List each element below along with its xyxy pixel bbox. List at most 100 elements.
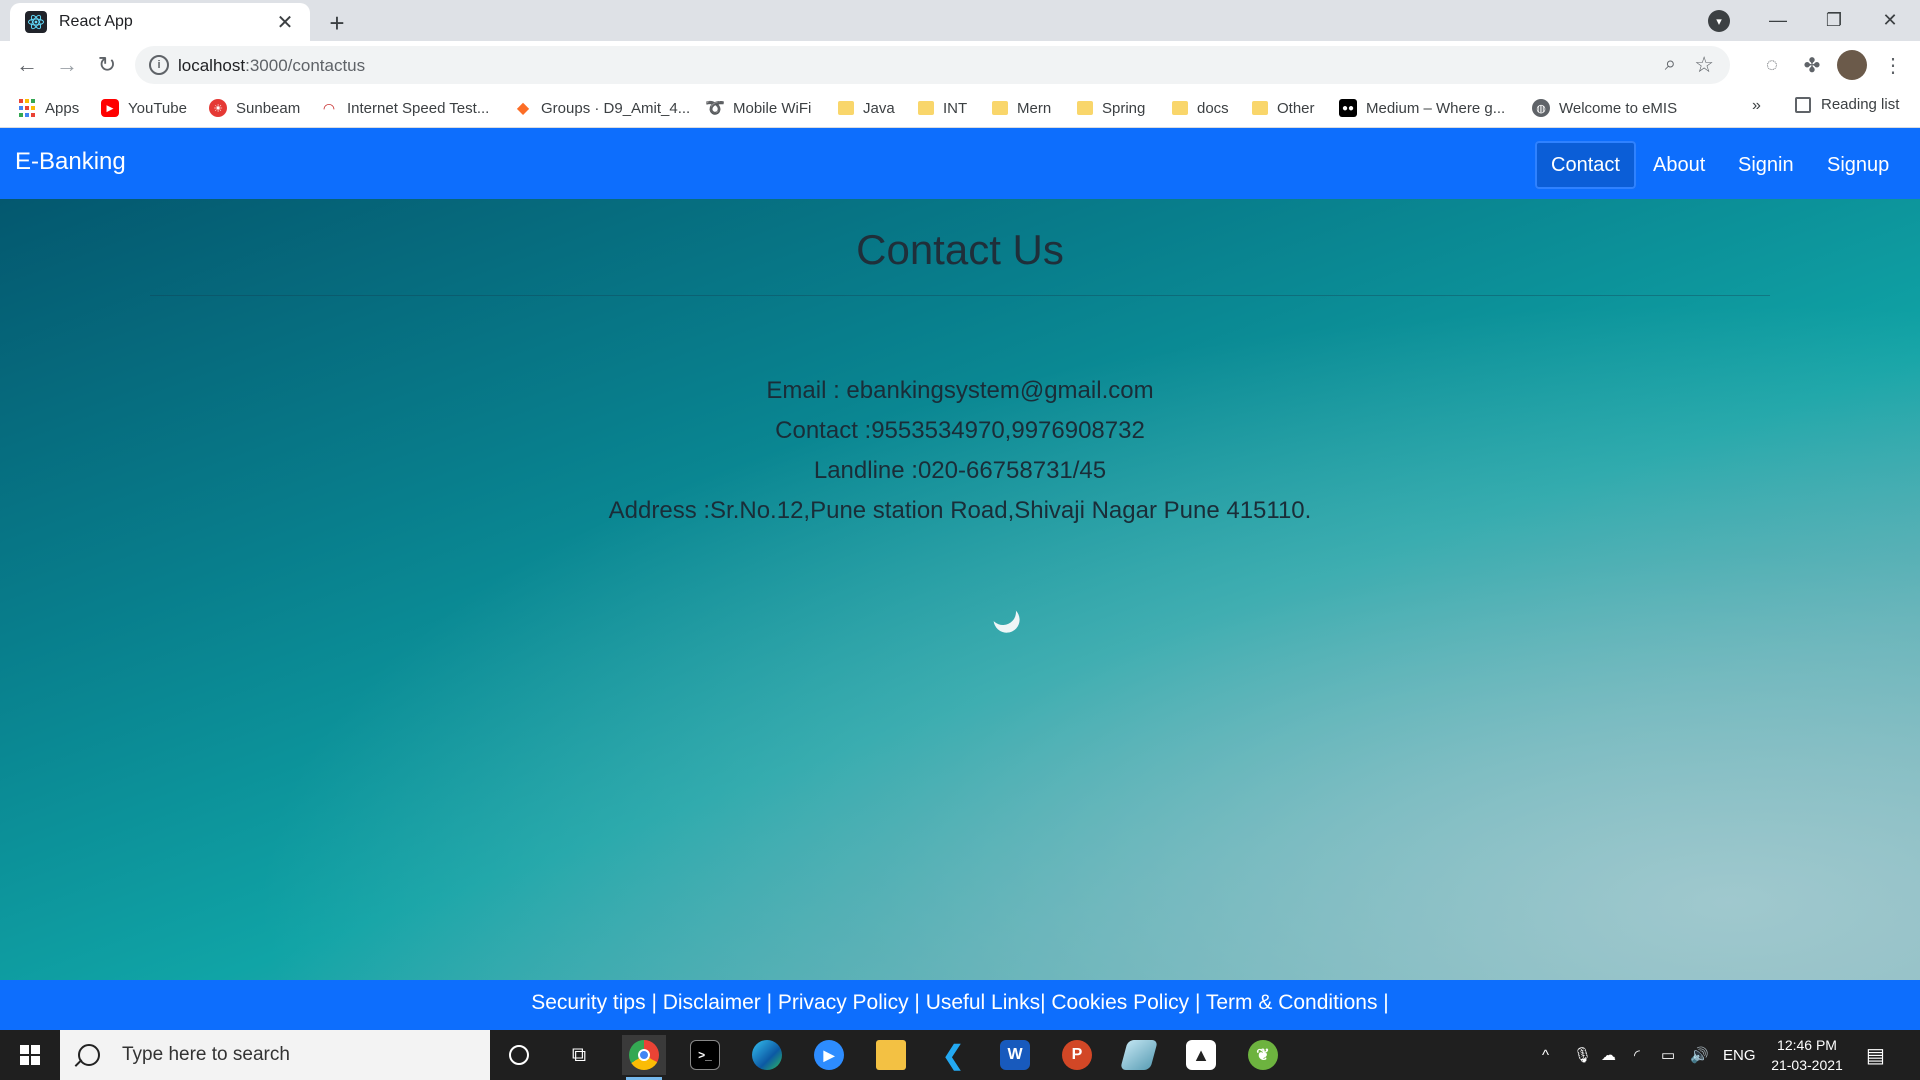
bookmark-label: docs <box>1197 99 1229 117</box>
page-title: Contact Us <box>856 226 1064 273</box>
bookmark-mobile-wifi[interactable]: ➰ Mobile WiFi <box>705 96 811 120</box>
taskbar-clock[interactable]: 12:46 PM 21-03-2021 <box>1762 1035 1852 1075</box>
bookmark-folder-mern[interactable]: Mern <box>992 96 1051 120</box>
minimize-button[interactable]: — <box>1750 0 1806 41</box>
reading-list-button[interactable]: Reading list <box>1795 96 1899 113</box>
reload-icon[interactable]: ↻ <box>90 48 124 82</box>
bookmark-label: Mern <box>1017 99 1052 117</box>
sunbeam-icon: ☀ <box>209 99 227 117</box>
footer-link-security-tips[interactable]: Security tips <box>531 991 645 1014</box>
reading-list-icon <box>1795 96 1811 113</box>
powerpoint-icon: P <box>1062 1040 1092 1070</box>
bookmark-emis[interactable]: ◍ Welcome to eMIS <box>1532 96 1677 120</box>
contact-phone: Contact :9553534970,9976908732 <box>775 417 1145 444</box>
photos-icon: ▲ <box>1186 1040 1216 1070</box>
cortana-icon[interactable] <box>497 1035 541 1075</box>
show-hidden-icons[interactable]: ^ <box>1542 1030 1549 1080</box>
volume-icon[interactable]: 🔊 <box>1690 1030 1709 1080</box>
taskbar-powerpoint[interactable]: P <box>1055 1035 1099 1075</box>
footer-link-cookies-policy[interactable]: Cookies Policy <box>1051 991 1189 1014</box>
footer-link-useful-links[interactable]: Useful Links <box>926 991 1040 1014</box>
onedrive-cloud-icon[interactable]: ☁ <box>1601 1030 1616 1080</box>
bookmark-sunbeam[interactable]: ☀ Sunbeam <box>209 96 300 120</box>
taskbar-zoom[interactable]: ▶ <box>807 1035 851 1075</box>
address-bar[interactable]: i localhost:3000/contactus ⌕ ☆ <box>135 46 1730 84</box>
clock-date: 21-03-2021 <box>1771 1057 1843 1073</box>
taskbar-word[interactable]: W <box>993 1035 1037 1075</box>
wifi-icon[interactable]: ◜ <box>1634 1030 1640 1080</box>
battery-icon[interactable]: ▭ <box>1661 1030 1675 1080</box>
nav-link-signin[interactable]: Signin <box>1722 141 1810 189</box>
footer-link-terms[interactable]: Term & Conditions <box>1206 991 1378 1014</box>
brand-logo[interactable]: E-Banking <box>15 148 126 176</box>
nav-link-signup[interactable]: Signup <box>1811 141 1905 189</box>
gitlab-icon: ◆ <box>516 100 530 117</box>
bookmark-folder-spring[interactable]: Spring <box>1077 96 1145 120</box>
taskbar-search[interactable]: Type here to search <box>60 1030 490 1080</box>
taskbar-file-explorer[interactable] <box>869 1035 913 1075</box>
chrome-menu-icon[interactable]: ⋮ <box>1878 50 1908 80</box>
bookmark-speedtest[interactable]: ◠ Internet Speed Test... <box>320 96 489 120</box>
bookmark-star-icon[interactable]: ☆ <box>1694 52 1714 78</box>
bookmark-label: Medium – Where g... <box>1366 99 1506 117</box>
bookmark-medium[interactable]: ●● Medium – Where g... <box>1339 96 1505 120</box>
notifications-icon[interactable]: ▤ <box>1866 1030 1885 1080</box>
bookmarks-overflow-icon[interactable]: » <box>1752 97 1761 115</box>
taskbar-notes[interactable] <box>1117 1035 1161 1075</box>
zoom-icon[interactable]: ⌕ <box>1665 53 1676 76</box>
close-window-button[interactable]: ✕ <box>1862 0 1918 41</box>
site-info-icon[interactable]: i <box>149 55 169 75</box>
footer-links: Security tips | Disclaimer | Privacy Pol… <box>531 991 1389 1014</box>
crescent-moon-image <box>986 595 1019 628</box>
bookmark-folder-other[interactable]: Other <box>1252 96 1315 120</box>
tab-close-icon[interactable]: ✕ <box>272 9 298 35</box>
vscode-icon: ❮ <box>942 1039 964 1070</box>
language-indicator[interactable]: ENG <box>1723 1030 1756 1080</box>
bookmark-label: Welcome to eMIS <box>1559 99 1678 117</box>
tab-search-icon[interactable]: ▾ <box>1708 10 1730 32</box>
taskbar-vscode[interactable]: ❮ <box>931 1035 975 1075</box>
browser-tab[interactable]: React App ✕ <box>10 3 310 41</box>
folder-icon <box>1077 101 1093 115</box>
back-arrow-icon[interactable]: ← <box>10 48 44 82</box>
bookmark-folder-java[interactable]: Java <box>838 96 895 120</box>
restore-button[interactable]: ❐ <box>1806 0 1862 41</box>
bookmark-label: Other <box>1277 99 1315 117</box>
taskbar-search-placeholder: Type here to search <box>122 1044 290 1065</box>
bookmark-youtube[interactable]: ▶ YouTube <box>101 96 187 120</box>
footer-link-disclaimer[interactable]: Disclaimer <box>663 991 761 1014</box>
bookmark-label: INT <box>943 99 968 117</box>
speedometer-icon: ◠ <box>322 99 336 116</box>
contact-address: Address :Sr.No.12,Pune station Road,Shiv… <box>608 497 1312 524</box>
taskbar-spring-tool[interactable]: ❦ <box>1241 1035 1285 1075</box>
taskbar-chrome[interactable] <box>622 1035 666 1080</box>
nav-link-about[interactable]: About <box>1637 141 1721 189</box>
taskbar-edge[interactable] <box>745 1035 789 1075</box>
taskbar-terminal[interactable]: >_ <box>683 1035 727 1075</box>
bookmark-folder-docs[interactable]: docs <box>1172 96 1229 120</box>
profile-avatar[interactable] <box>1837 50 1867 80</box>
bookmark-folder-int[interactable]: INT <box>918 96 967 120</box>
bookmark-apps[interactable]: Apps <box>18 96 79 120</box>
nav-link-contact[interactable]: Contact <box>1535 141 1636 189</box>
forward-arrow-icon[interactable]: → <box>50 48 84 82</box>
web-page: E-Banking Contact About Signin Signup Co… <box>0 128 1920 1030</box>
footer-link-privacy-policy[interactable]: Privacy Policy <box>778 991 909 1014</box>
new-tab-button[interactable]: + <box>322 8 352 38</box>
taskbar-photos[interactable]: ▲ <box>1179 1035 1223 1075</box>
edge-icon <box>752 1040 782 1070</box>
start-button[interactable] <box>0 1030 60 1080</box>
clock-time: 12:46 PM <box>1777 1037 1837 1053</box>
chrome-icon <box>629 1040 659 1070</box>
windows-logo-icon <box>20 1045 40 1065</box>
notes-app-icon <box>1119 1040 1159 1070</box>
extension-loader-icon[interactable]: ◌ <box>1757 50 1787 80</box>
task-view-icon[interactable]: ⧉ <box>557 1035 601 1075</box>
extensions-puzzle-icon[interactable]: ✤ <box>1797 50 1827 80</box>
bookmark-label: Apps <box>45 99 80 117</box>
folder-explorer-icon <box>876 1040 906 1070</box>
bookmark-gitlab[interactable]: ◆ Groups · D9_Amit_4... <box>514 96 690 120</box>
microphone-icon[interactable]: 🎙 <box>1573 1030 1592 1080</box>
folder-icon <box>838 101 854 115</box>
apps-grid-icon <box>18 99 36 117</box>
